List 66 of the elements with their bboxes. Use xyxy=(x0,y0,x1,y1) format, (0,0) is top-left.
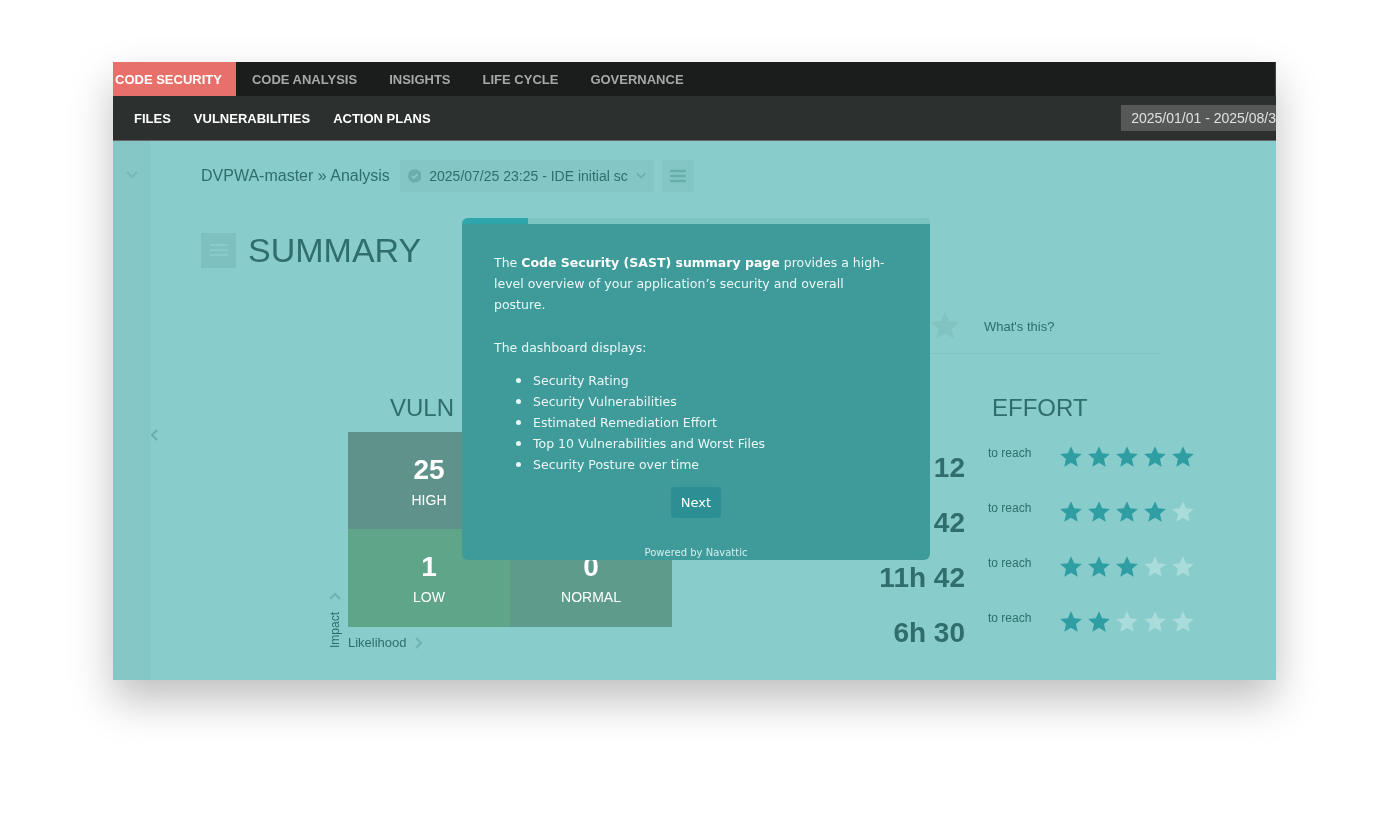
bullet-icon xyxy=(516,399,521,404)
breadcrumb[interactable]: DVPWA-master » Analysis xyxy=(201,167,390,185)
star-icon xyxy=(1114,609,1140,635)
star-icon xyxy=(1086,499,1112,525)
check-circle-icon xyxy=(407,168,422,184)
star-icon xyxy=(1170,609,1196,635)
effort-caption: to reach xyxy=(988,610,1033,625)
star-icon xyxy=(1142,499,1168,525)
effort-value: 6h 30 xyxy=(892,616,965,649)
star-icon xyxy=(1058,609,1084,635)
effort-caption: to reach xyxy=(988,555,1033,570)
list-item: Security Posture over time xyxy=(533,456,699,474)
bullet-icon xyxy=(516,378,521,383)
effort-caption: to reach xyxy=(988,445,1033,460)
tour-text: The dashboard displays: xyxy=(494,339,648,357)
effort-value: 12 xyxy=(932,451,965,484)
bullet-icon xyxy=(516,441,521,446)
effort-value: 11h 42 xyxy=(878,561,965,594)
star-icon xyxy=(1170,554,1196,580)
sub-nav-tab[interactable]: FILES xyxy=(134,110,171,126)
menu-icon xyxy=(669,169,686,183)
star-icon xyxy=(1170,499,1196,525)
matrix-cell[interactable]: 1 LOW xyxy=(348,529,510,627)
list-item: Top 10 Vulnerabilities and Worst Files xyxy=(533,435,766,453)
star-icon xyxy=(1058,554,1084,580)
nav-tab[interactable]: INSIGHTS xyxy=(373,62,467,96)
axis-label: Likelihood xyxy=(348,635,407,650)
bullet-icon xyxy=(516,420,521,425)
star-icon xyxy=(1142,554,1168,580)
star-icon xyxy=(1086,444,1112,470)
star-icon xyxy=(1058,499,1084,525)
axis-label: Impact xyxy=(328,611,342,648)
bullet-icon xyxy=(516,462,521,467)
list-item: Security Rating xyxy=(533,372,629,390)
effort-value: 42 xyxy=(932,506,965,539)
star-icon xyxy=(1114,444,1140,470)
star-icon xyxy=(1114,499,1140,525)
nav-tab[interactable]: CODE SECURITY xyxy=(113,62,236,96)
whats-this-link[interactable]: What's this? xyxy=(984,318,1055,334)
star-icon xyxy=(1058,444,1084,470)
star-icon xyxy=(1170,444,1196,470)
list-item: Estimated Remediation Effort xyxy=(533,414,717,432)
nav-tab[interactable]: GOVERNANCE xyxy=(574,62,700,96)
chevron-right-icon xyxy=(414,636,423,649)
star-icon xyxy=(1142,609,1168,635)
nav-tab[interactable]: CODE ANALYSIS xyxy=(235,62,374,96)
analysis-dropdown[interactable]: 2025/07/25 23:25 - IDE initial sc xyxy=(399,160,654,192)
sub-nav-tab[interactable]: VULNERABILITIES xyxy=(193,110,311,126)
page-title: SUMMARY xyxy=(248,230,422,270)
section-title: EFFORT xyxy=(992,394,1088,423)
date-range-field[interactable]: 2025/01/01 - 2025/08/3 xyxy=(1121,105,1276,131)
star-icon xyxy=(1114,554,1140,580)
list-item: Security Vulnerabilities xyxy=(533,393,677,411)
star-icon xyxy=(1086,609,1112,635)
section-title: VULN xyxy=(390,394,455,423)
next-button[interactable]: Next xyxy=(670,487,722,518)
menu-button[interactable] xyxy=(661,160,694,192)
nav-tab[interactable]: LIFE CYCLE xyxy=(466,62,575,96)
chevron-left-icon[interactable] xyxy=(151,429,159,441)
effort-caption: to reach xyxy=(988,500,1033,515)
star-icon xyxy=(1086,554,1112,580)
tour-text: The Code Security (SAST) summary page provides a high-level overview of your application’s security and overall posture. xyxy=(494,254,886,314)
chevron-up-icon xyxy=(329,592,341,600)
star-icon xyxy=(1142,444,1168,470)
chevron-down-icon xyxy=(635,172,646,180)
sub-nav-tab[interactable]: ACTION PLANS xyxy=(333,110,431,126)
